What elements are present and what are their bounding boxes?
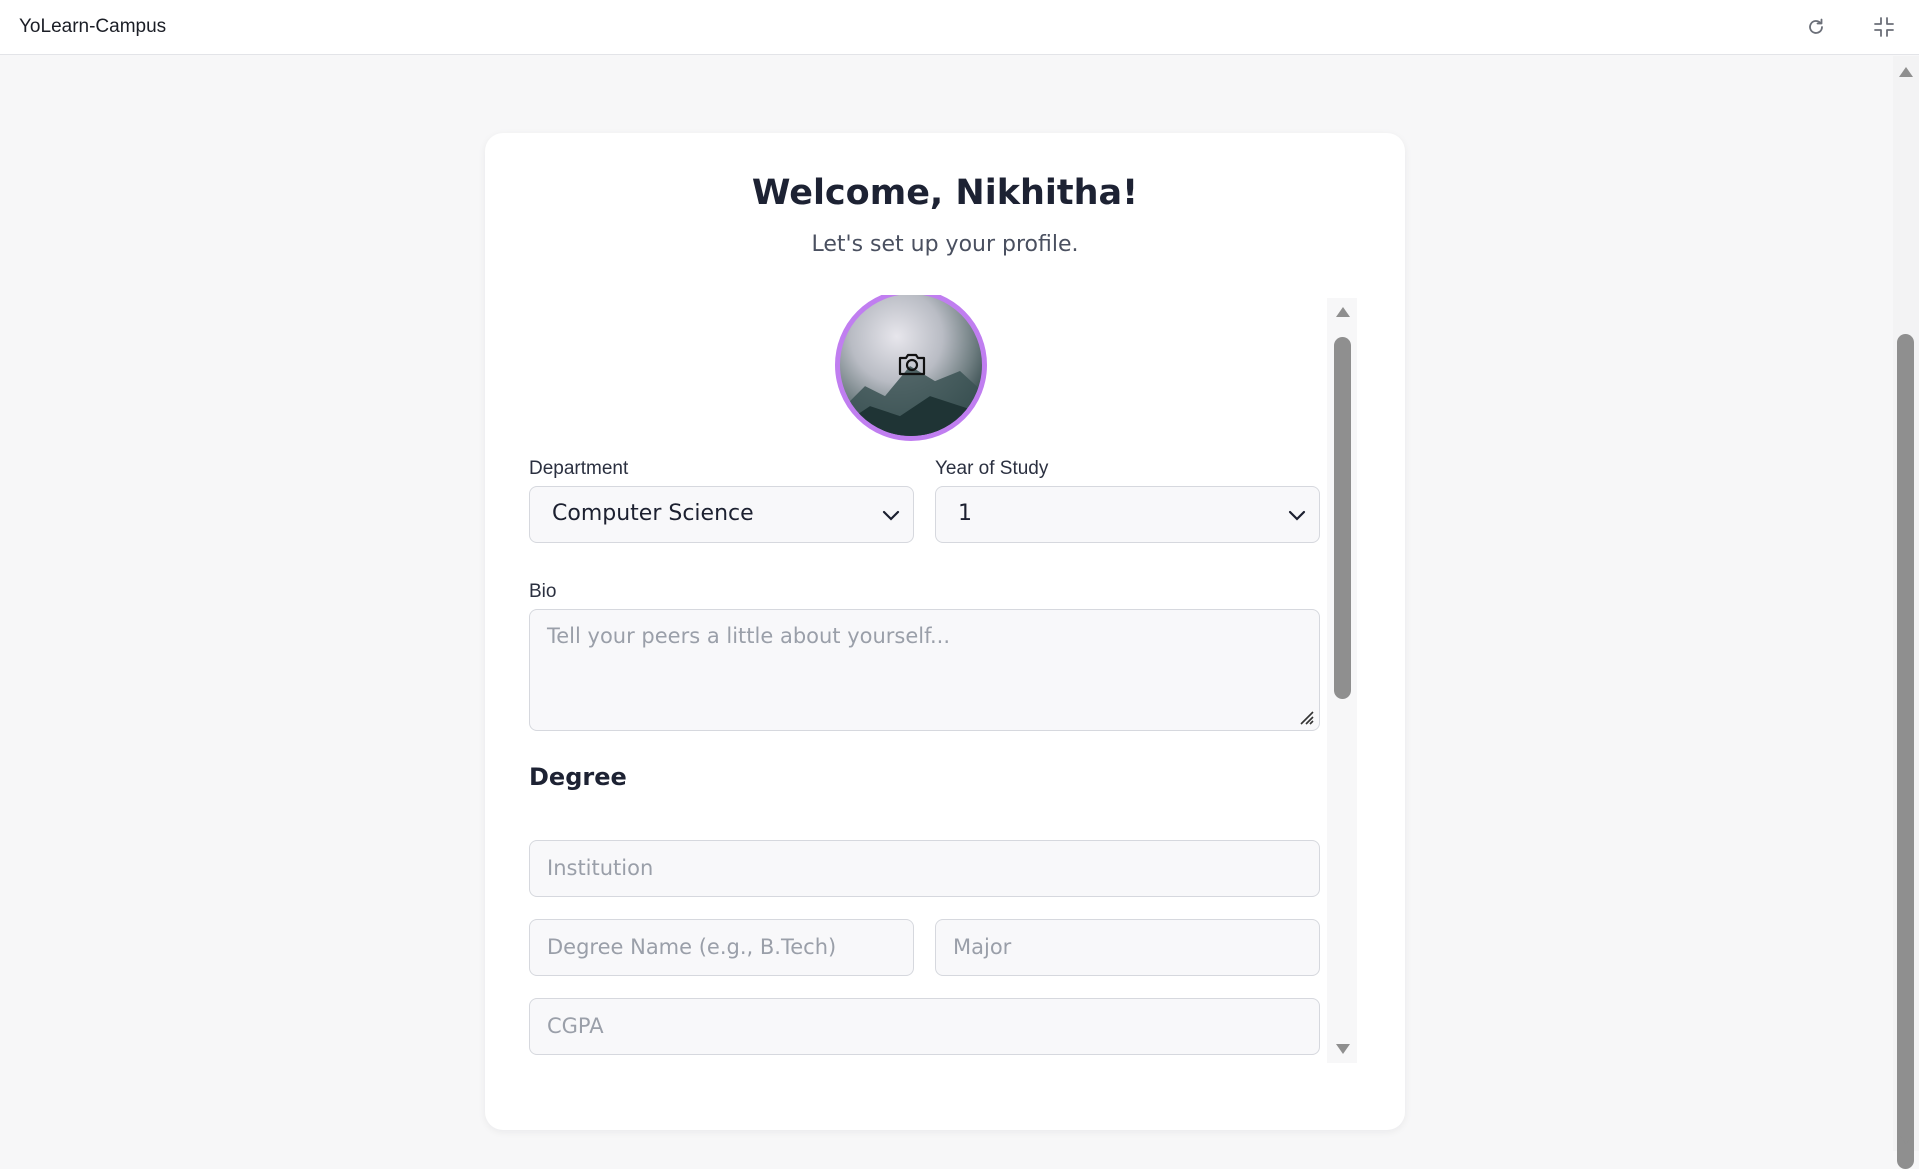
scroll-up-icon[interactable] [1898,66,1914,78]
profile-setup-card: Welcome, Nikhitha! Let's set up your pro… [485,133,1405,1130]
cgpa-input[interactable]: CGPA [529,998,1320,1055]
institution-placeholder: Institution [547,856,654,880]
degree-name-input[interactable]: Degree Name (e.g., B.Tech) [529,919,914,976]
refresh-icon[interactable] [1802,13,1830,41]
scroll-down-icon[interactable] [1898,1133,1914,1145]
bio-label: Bio [529,581,557,602]
institution-input[interactable]: Institution [529,840,1320,897]
scroll-up-icon[interactable] [1335,306,1351,318]
department-value: Computer Science [552,501,754,526]
form-scrollbar[interactable] [1327,298,1357,1063]
camera-icon [898,353,926,376]
welcome-subtitle: Let's set up your profile. [811,232,1079,257]
department-label: Department [529,458,629,479]
cgpa-placeholder: CGPA [547,1014,604,1038]
welcome-heading: Welcome, Nikhitha! [751,173,1139,213]
top-bar: YoLearn-Campus [0,0,1919,55]
page-scrollbar-thumb[interactable] [1897,334,1914,1169]
chevron-down-icon [882,510,900,521]
year-select[interactable]: 1 [935,486,1320,543]
resize-grip-icon[interactable] [1299,710,1315,726]
year-label: Year of Study [935,458,1049,479]
year-value: 1 [958,501,972,526]
collapse-icon[interactable] [1870,13,1898,41]
page-scrollbar[interactable] [1893,56,1919,1169]
degree-heading: Degree [529,763,627,791]
major-input[interactable]: Major [935,919,1320,976]
bio-textarea[interactable]: Tell your peers a little about yourself.… [529,609,1320,731]
degree-name-placeholder: Degree Name (e.g., B.Tech) [547,935,837,959]
app-title: YoLearn-Campus [19,16,167,37]
bio-placeholder: Tell your peers a little about yourself.… [547,624,951,648]
form-scrollbar-thumb[interactable] [1334,337,1351,699]
department-select[interactable]: Computer Science [529,486,914,543]
major-placeholder: Major [953,935,1012,959]
chevron-down-icon [1288,510,1306,521]
profile-form: Department Computer Science Year of Stud… [529,295,1345,1063]
avatar-upload[interactable] [835,295,987,441]
scroll-down-icon[interactable] [1335,1043,1351,1055]
